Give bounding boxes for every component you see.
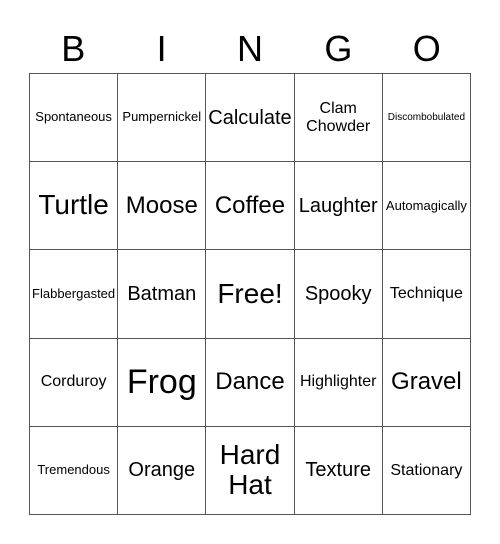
bingo-cell[interactable]: Dance: [206, 338, 295, 427]
bingo-cell[interactable]: Turtle: [30, 162, 119, 251]
bingo-header: B I N G O: [29, 26, 471, 72]
header-letter-n: N: [236, 28, 263, 69]
bingo-cell[interactable]: Texture: [294, 426, 383, 515]
bingo-grid: Spontaneous Pumpernickel Calculate Clam Cho…: [29, 73, 471, 515]
bingo-cell[interactable]: Stationary: [382, 426, 471, 515]
bingo-cell[interactable]: Flabbergasted: [30, 250, 119, 339]
bingo-cell[interactable]: Orange: [118, 426, 207, 515]
bingo-cell[interactable]: Highlighter: [294, 338, 383, 427]
bingo-cell[interactable]: Spooky: [294, 250, 383, 339]
header-letter-i: I: [156, 28, 167, 69]
bingo-cell[interactable]: Pumpernickel: [118, 74, 207, 163]
bingo-cell[interactable]: Moose: [118, 162, 207, 251]
bingo-cell[interactable]: Spontaneous: [30, 74, 119, 163]
free-space-cell[interactable]: Free!: [206, 250, 295, 339]
bingo-cell[interactable]: Clam Chowder: [294, 74, 383, 163]
bingo-cell[interactable]: Corduroy: [30, 338, 119, 427]
bingo-cell[interactable]: Calculate: [206, 74, 295, 163]
bingo-cell[interactable]: Coffee: [206, 162, 295, 251]
header-letter-o: O: [412, 28, 441, 69]
header-letter-g: G: [324, 28, 353, 69]
bingo-cell[interactable]: Automagically: [382, 162, 471, 251]
bingo-cell[interactable]: Batman: [118, 250, 207, 339]
bingo-cell[interactable]: Frog: [118, 338, 207, 427]
bingo-cell[interactable]: Hard Hat: [206, 426, 295, 515]
bingo-cell[interactable]: Discombobulated: [382, 74, 471, 163]
bingo-cell[interactable]: Tremendous: [30, 426, 119, 515]
bingo-cell[interactable]: Gravel: [382, 338, 471, 427]
header-letter-b: B: [61, 28, 86, 69]
bingo-cell[interactable]: Technique: [382, 250, 471, 339]
bingo-cell[interactable]: Laughter: [294, 162, 383, 251]
